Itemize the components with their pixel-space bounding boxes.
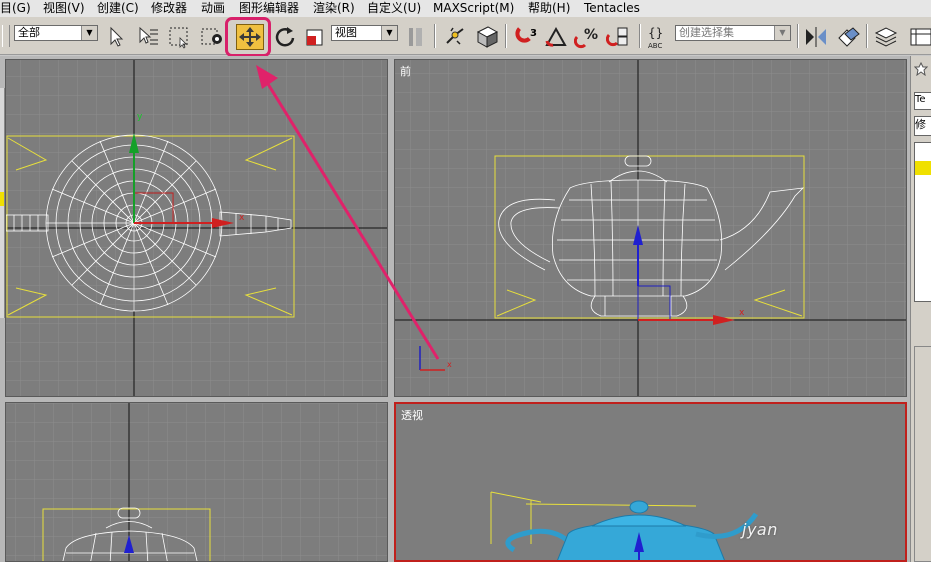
front-gizmo-x-label: x (739, 308, 745, 318)
teapot-shaded (505, 500, 759, 560)
viewport-left-canvas (6, 403, 387, 561)
main-toolbar: 全部 ▼ 视图 ▼ 3 % {} ABC 创建选择集 ▼ (0, 17, 931, 57)
rotate-icon[interactable] (273, 25, 297, 49)
viewport-front[interactable]: x x 前 (394, 59, 907, 397)
curve-editor-icon[interactable] (908, 25, 931, 49)
active-marker (0, 192, 4, 206)
chevron-down-icon: ▼ (381, 26, 397, 40)
mirror-icon[interactable] (803, 25, 829, 49)
viewport-area: y x x x 前 透视 (0, 56, 910, 562)
menu-create[interactable]: 创建(C) (97, 1, 139, 16)
scale-icon[interactable] (303, 25, 327, 49)
modifier-stack-selected[interactable] (915, 161, 931, 175)
command-panel: Te 修 (910, 56, 931, 562)
window-crossing-icon[interactable] (199, 25, 225, 49)
menu-bar: 目(G) 视图(V) 创建(C) 修改器 动画 图形编辑器 渲染(R) 自定义(… (0, 0, 931, 17)
menu-help[interactable]: 帮助(H) (528, 1, 570, 16)
svg-text:%: % (584, 27, 598, 43)
percent-snap-icon[interactable]: % (574, 25, 600, 49)
viewport-perspective-label: 透视 (401, 409, 423, 422)
menu-maxscript[interactable]: MAXScript(M) (433, 1, 514, 16)
layers-icon[interactable] (873, 25, 899, 49)
link-icon[interactable] (443, 25, 467, 49)
chevron-down-icon: ▼ (774, 26, 790, 40)
select-by-name-icon[interactable] (136, 25, 160, 49)
viewport-left[interactable] (5, 402, 388, 562)
create-star-icon[interactable] (914, 62, 928, 76)
reference-coord-dropdown[interactable]: 视图 ▼ (331, 25, 398, 41)
angle-snap-icon[interactable] (543, 25, 569, 49)
menu-view[interactable]: 视图(V) (43, 1, 85, 16)
named-selection-icon[interactable]: {} ABC (645, 24, 673, 50)
abc-label: ABC (648, 42, 662, 50)
menu-animation[interactable]: 动画 (201, 1, 225, 16)
modifier-stack[interactable] (914, 142, 931, 302)
viewport-top-canvas: y x (6, 60, 387, 396)
viewport-front-label: 前 (400, 65, 411, 78)
parameters-rollout (914, 346, 931, 562)
pivot-icon[interactable] (405, 25, 427, 49)
chevron-down-icon: ▼ (81, 26, 97, 40)
viewport-perspective-canvas (490, 491, 759, 560)
toolbar-separator (434, 24, 436, 48)
svg-text:{}: {} (648, 26, 663, 40)
cube-icon[interactable] (474, 24, 500, 50)
menu-graph-editors[interactable]: 图形编辑器 (239, 1, 299, 16)
move-button[interactable] (236, 24, 264, 50)
toolbar-separator (866, 24, 868, 48)
align-icon[interactable] (835, 24, 861, 50)
toolbar-separator (639, 24, 641, 48)
menu-group[interactable]: 目(G) (0, 1, 31, 16)
toolbar-separator (505, 24, 507, 48)
toolbar-separator (797, 24, 799, 48)
menu-customize[interactable]: 自定义(U) (367, 1, 421, 16)
front-corner-x-label: x (447, 360, 452, 369)
object-name-field[interactable]: Te (914, 92, 931, 110)
modifier-list-dropdown[interactable]: 修 (914, 116, 931, 136)
move-icon (239, 27, 261, 47)
selection-filter-dropdown[interactable]: 全部 ▼ (14, 25, 98, 41)
named-selection-dropdown[interactable]: 创建选择集 ▼ (675, 25, 791, 41)
select-arrow-icon[interactable] (107, 26, 125, 48)
toolbar-grip[interactable] (2, 25, 10, 47)
viewport-front-canvas: x x (395, 60, 906, 396)
menu-rendering[interactable]: 渲染(R) (313, 1, 355, 16)
top-gizmo-y-label: y (137, 112, 143, 122)
top-gizmo-x-label: x (239, 213, 245, 223)
spinner-snap-icon[interactable] (606, 25, 632, 49)
selection-filter-value: 全部 (18, 26, 40, 39)
snap-3-label: 3 (530, 28, 537, 39)
named-selection-value: 创建选择集 (679, 26, 734, 39)
menu-modifiers[interactable]: 修改器 (151, 1, 187, 16)
rect-region-icon[interactable] (167, 25, 191, 49)
menu-tentacles[interactable]: Tentacles (584, 1, 640, 16)
watermark-text: jyan (742, 520, 778, 539)
viewport-perspective[interactable]: 透视 (394, 402, 907, 562)
reference-coord-value: 视图 (335, 26, 357, 39)
snap-3-icon[interactable]: 3 (512, 25, 538, 49)
viewport-top[interactable]: y x (5, 59, 388, 397)
